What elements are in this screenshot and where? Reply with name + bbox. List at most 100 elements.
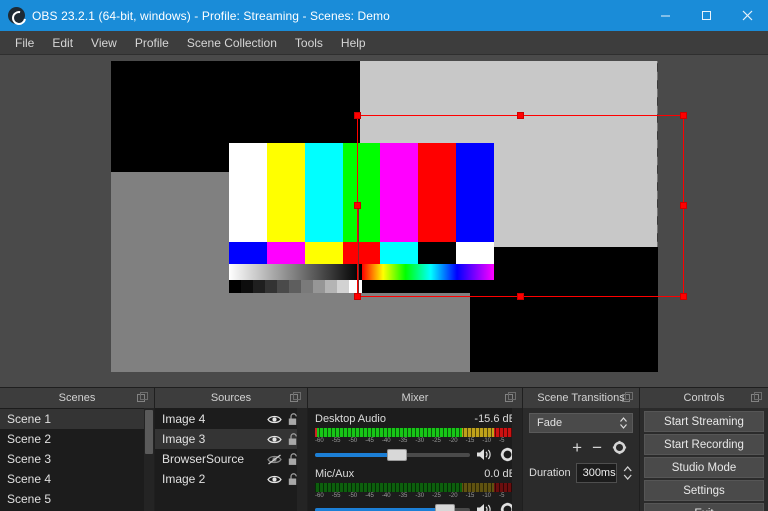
scenes-title-label: Scenes [58,392,96,404]
scene-label: Scene 4 [7,472,52,486]
eye-visible-icon[interactable] [267,434,282,445]
volume-fader[interactable] [315,503,470,511]
menu-item-view[interactable]: View [82,33,126,53]
source-list-item[interactable]: Image 4 [155,409,307,429]
scenes-dock-title: Scenes [0,388,154,408]
duration-input[interactable]: 300ms [575,463,617,483]
channel-name: Desktop Audio [315,413,386,425]
duration-value: 300ms [582,467,616,479]
source-list-item[interactable]: BrowserSource [155,449,307,469]
scene-list-item[interactable]: Scene 3 [0,449,154,469]
window-controls [645,0,768,31]
source-label: Image 2 [162,472,206,486]
scene-list-item[interactable]: Scene 2 [0,429,154,449]
eye-hidden-icon[interactable] [267,453,282,465]
mixer-channel-mic-aux: Mic/Aux 0.0 dB -60 -55 -50 -45 -40 -35 -30-… [315,468,516,511]
close-icon[interactable] [727,0,768,31]
menu-item-edit[interactable]: Edit [43,33,82,53]
start-recording-button[interactable]: Start Recording [644,434,764,455]
exit-button[interactable]: Exit [644,503,764,511]
preview-area[interactable] [0,55,768,387]
settings-button[interactable]: Settings [644,480,764,501]
bar-cyan [304,143,343,242]
sources-dock: Sources Image 4 Image 3 BrowserSource Im… [155,388,308,511]
remove-transition-button[interactable]: − [592,439,602,456]
source-list-item[interactable]: Image 2 [155,469,307,489]
undock-icon[interactable] [751,392,762,403]
mixer-channels: Desktop Audio -15.6 dB -60 -55 -50 -45 -40… [308,408,522,511]
mixer-dock-body: Desktop Audio -15.6 dB -60 -55 -50 -45 -40… [308,408,522,511]
menu-bar: File Edit View Profile Scene Collection … [0,31,768,55]
mixer-title-label: Mixer [401,392,429,404]
speaker-icon[interactable] [476,502,493,511]
controls-dock-title: Controls [640,388,768,408]
transition-select[interactable]: Fade [529,413,633,433]
transitions-dock-body: Fade + − Duration 300ms [523,408,639,511]
subbar-yellow [304,242,343,264]
sources-list[interactable]: Image 4 Image 3 BrowserSource Image 2 [155,408,307,511]
subbar-red [342,242,381,264]
undock-icon[interactable] [505,392,516,403]
eye-visible-icon[interactable] [267,474,282,485]
bar-magenta [380,143,419,242]
resize-handle-bottom-right[interactable] [680,293,687,300]
source-list-item[interactable]: Image 3 [155,429,307,449]
volume-fader-knob[interactable] [435,503,456,511]
bar-yellow [266,143,305,242]
preview-canvas[interactable] [111,61,658,372]
start-streaming-button[interactable]: Start Streaming [644,411,764,432]
transitions-dock-title: Scene Transitions [523,388,639,408]
subbar-blue [229,242,267,264]
bar-green [342,143,381,242]
sources-title-label: Sources [210,392,252,404]
scene-label: Scene 3 [7,452,52,466]
bar-blue [456,143,495,242]
menu-item-scene-collection[interactable]: Scene Collection [178,33,286,53]
scene-list-item[interactable]: Scene 1 [0,409,154,429]
undock-icon[interactable] [622,392,633,403]
menu-item-help[interactable]: Help [332,33,375,53]
volume-fader-knob[interactable] [387,448,408,461]
speaker-icon[interactable] [476,447,493,462]
gear-icon[interactable] [612,440,627,455]
channel-level-meter [315,428,516,437]
mixer-scrollbar[interactable] [512,408,522,511]
grayscale-step-wedge [229,280,362,293]
meter-tick-labels: -60 -55 -50 -45 -40 -35 -30 -25 -20 -15 -10 -5… [315,438,516,444]
scene-list-item[interactable]: Scene 5 [0,489,154,509]
resize-handle-middle-right[interactable] [680,202,687,209]
undock-icon[interactable] [137,392,148,403]
menu-item-tools[interactable]: Tools [286,33,332,53]
scene-layer-color-bars[interactable] [229,143,495,293]
maximize-icon[interactable] [686,0,727,31]
scene-label: Scene 1 [7,412,52,426]
add-transition-button[interactable]: + [572,439,582,456]
obs-logo-icon [8,7,25,24]
scene-list-item[interactable]: Scene 4 [0,469,154,489]
studio-mode-button[interactable]: Studio Mode [644,457,764,478]
chevron-updown-icon[interactable] [619,416,628,430]
sources-dock-body: Image 4 Image 3 BrowserSource Image 2 [155,408,307,511]
volume-fader[interactable] [315,448,470,461]
resize-handle-top-right[interactable] [680,112,687,119]
sources-scrollbar[interactable] [297,408,307,511]
bar-white [229,143,267,242]
scenes-dock-body: Scene 1 Scene 2 Scene 3 Scene 4 Scene 5 … [0,408,154,511]
scenes-scrollbar[interactable] [144,408,154,511]
color-bars-ramp-row [229,264,494,280]
source-label: Image 4 [162,412,206,426]
eye-visible-icon[interactable] [267,414,282,425]
menu-item-file[interactable]: File [6,33,43,53]
menu-item-profile[interactable]: Profile [126,33,178,53]
scenes-list[interactable]: Scene 1 Scene 2 Scene 3 Scene 4 Scene 5 … [0,408,154,511]
channel-level: -15.6 dB [474,413,516,425]
overflow-hatch-indicator [657,61,658,247]
scenes-scrollbar-thumb[interactable] [145,410,153,454]
undock-icon[interactable] [290,392,301,403]
color-bars-step-row [229,280,494,293]
scene-label: Scene 5 [7,492,52,506]
minimize-icon[interactable] [645,0,686,31]
grayscale-ramp [229,264,362,280]
duration-stepper[interactable] [622,465,633,481]
channel-level-meter [315,483,516,492]
